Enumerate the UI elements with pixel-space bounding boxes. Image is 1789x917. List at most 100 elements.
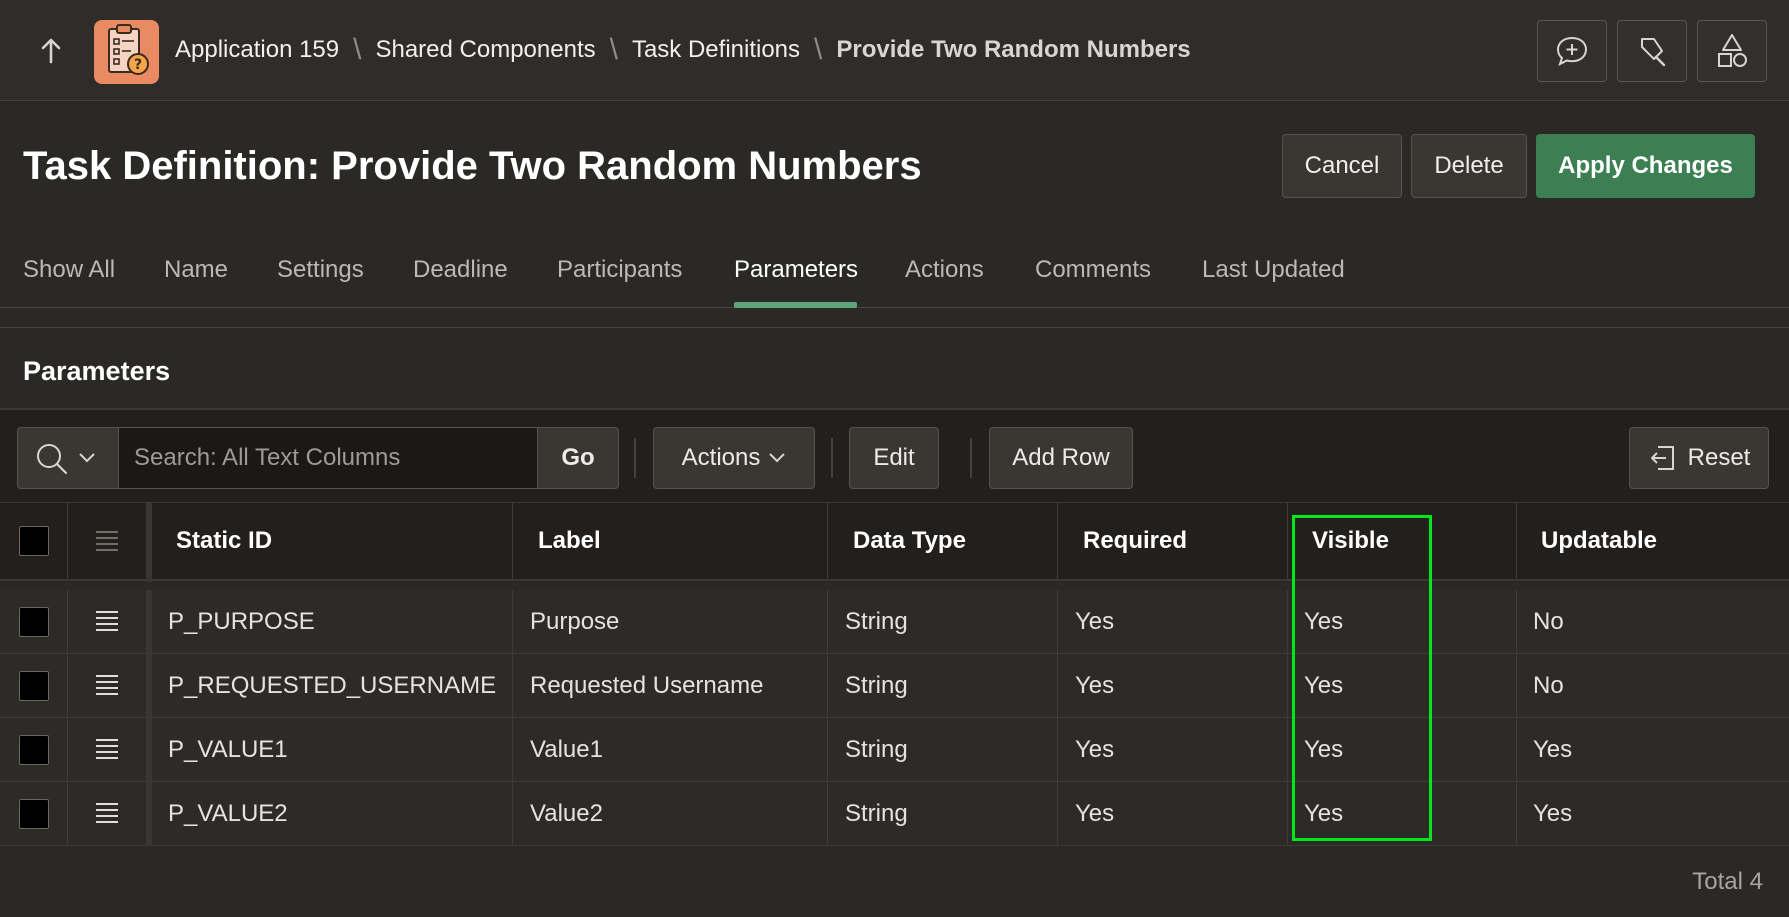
region-title: Parameters — [23, 356, 171, 386]
row-checkbox[interactable] — [19, 735, 49, 765]
actions-menu-button[interactable]: Actions — [653, 427, 815, 489]
feedback-button[interactable] — [1537, 20, 1607, 82]
column-header-visible[interactable]: Visible — [1312, 527, 1389, 555]
column-header-updatable[interactable]: Updatable — [1541, 527, 1657, 555]
tab-bar: Show All Name Settings Deadline Particip… — [0, 250, 1789, 308]
breadcrumb-current: Provide Two Random Numbers — [836, 36, 1191, 63]
add-row-button[interactable]: Add Row — [989, 427, 1133, 489]
row-checkbox[interactable] — [19, 671, 49, 701]
cell-data-type[interactable]: String — [845, 672, 908, 700]
column-header-required[interactable]: Required — [1083, 527, 1187, 555]
apply-changes-button[interactable]: Apply Changes — [1536, 134, 1755, 198]
column-divider — [512, 782, 513, 845]
tab-deadline[interactable]: Deadline — [413, 256, 508, 284]
column-header-label[interactable]: Label — [538, 527, 601, 555]
cell-visible[interactable]: Yes — [1304, 672, 1343, 700]
cell-visible[interactable]: Yes — [1304, 608, 1343, 636]
cell-data-type[interactable]: String — [845, 608, 908, 636]
cell-updatable[interactable]: Yes — [1533, 800, 1572, 828]
tab-last-updated[interactable]: Last Updated — [1202, 256, 1345, 284]
cell-required[interactable]: Yes — [1075, 672, 1114, 700]
reset-icon — [1650, 446, 1674, 470]
tab-actions[interactable]: Actions — [905, 256, 984, 284]
breadcrumb-separator: \ — [609, 33, 618, 66]
row-total: Total 4 — [1692, 868, 1763, 895]
cell-required[interactable]: Yes — [1075, 736, 1114, 764]
cell-data-type[interactable]: String — [845, 736, 908, 764]
column-divider — [827, 654, 828, 717]
developer-toolbar-button[interactable] — [1617, 20, 1687, 82]
tab-participants[interactable]: Participants — [557, 256, 682, 284]
tab-show-all[interactable]: Show All — [23, 256, 115, 284]
frozen-column-divider — [146, 503, 152, 582]
chevron-down-icon — [769, 453, 786, 463]
top-bar: ? Application 159 \ Shared Components \ … — [0, 0, 1789, 101]
cell-static-id[interactable]: P_VALUE2 — [168, 800, 288, 828]
table-row[interactable]: P_VALUE1 Value1 String Yes Yes Yes — [0, 718, 1789, 782]
column-divider — [67, 503, 68, 579]
breadcrumb-separator: \ — [353, 33, 362, 66]
row-checkbox[interactable] — [19, 607, 49, 637]
tab-comments[interactable]: Comments — [1035, 256, 1151, 284]
up-arrow-icon[interactable] — [38, 36, 64, 66]
table-row[interactable]: P_PURPOSE Purpose String Yes Yes No — [0, 590, 1789, 654]
row-actions-menu-icon[interactable] — [94, 610, 120, 632]
row-actions-menu-icon[interactable] — [94, 674, 120, 696]
go-button[interactable]: Go — [537, 427, 619, 489]
search-input[interactable] — [119, 427, 537, 489]
column-divider — [512, 718, 513, 781]
cell-required[interactable]: Yes — [1075, 800, 1114, 828]
cell-visible[interactable]: Yes — [1304, 800, 1343, 828]
cell-static-id[interactable]: P_REQUESTED_USERNAME — [168, 672, 496, 700]
delete-button[interactable]: Delete — [1411, 134, 1527, 198]
cell-visible[interactable]: Yes — [1304, 736, 1343, 764]
column-divider — [1057, 782, 1058, 845]
table-row[interactable]: P_VALUE2 Value2 String Yes Yes Yes — [0, 782, 1789, 846]
cell-label[interactable]: Value1 — [530, 736, 603, 764]
shared-components-button[interactable] — [1697, 20, 1767, 82]
feedback-icon — [1556, 36, 1588, 66]
search-column-selector[interactable] — [17, 427, 119, 489]
column-divider — [827, 782, 828, 845]
shared-components-icon — [1718, 34, 1747, 67]
cell-static-id[interactable]: P_PURPOSE — [168, 608, 315, 636]
row-checkbox[interactable] — [19, 799, 49, 829]
breadcrumb-task-definitions[interactable]: Task Definitions — [632, 36, 800, 64]
app-icon[interactable]: ? — [94, 20, 159, 84]
frozen-column-divider — [146, 718, 152, 782]
cell-required[interactable]: Yes — [1075, 608, 1114, 636]
cell-label[interactable]: Requested Username — [530, 672, 763, 700]
column-divider — [1287, 718, 1288, 781]
column-divider — [827, 590, 828, 653]
row-actions-menu-icon[interactable] — [94, 738, 120, 760]
column-header-data-type[interactable]: Data Type — [853, 527, 966, 555]
table-row[interactable]: P_REQUESTED_USERNAME Requested Username … — [0, 654, 1789, 718]
column-header-static-id[interactable]: Static ID — [176, 527, 272, 555]
cancel-button[interactable]: Cancel — [1282, 134, 1402, 198]
cell-updatable[interactable]: No — [1533, 672, 1564, 700]
cell-label[interactable]: Purpose — [530, 608, 619, 636]
cell-label[interactable]: Value2 — [530, 800, 603, 828]
svg-text:?: ? — [134, 57, 142, 73]
column-divider — [512, 654, 513, 717]
frozen-column-divider — [146, 654, 152, 718]
row-actions-menu-icon[interactable] — [94, 802, 120, 824]
grid-toolbar: Go Actions Edit Add Row Reset — [0, 410, 1789, 503]
cell-static-id[interactable]: P_VALUE1 — [168, 736, 288, 764]
column-divider — [512, 590, 513, 653]
tab-parameters[interactable]: Parameters — [734, 256, 858, 284]
cell-updatable[interactable]: Yes — [1533, 736, 1572, 764]
flashlight-icon — [1641, 38, 1666, 67]
column-divider — [827, 718, 828, 781]
cell-updatable[interactable]: No — [1533, 608, 1564, 636]
row-actions-header-icon — [96, 531, 118, 551]
edit-button[interactable]: Edit — [849, 427, 939, 489]
cell-data-type[interactable]: String — [845, 800, 908, 828]
tab-name[interactable]: Name — [164, 256, 228, 284]
tab-settings[interactable]: Settings — [277, 256, 364, 284]
select-all-checkbox[interactable] — [19, 526, 49, 556]
reset-button[interactable]: Reset — [1629, 427, 1769, 489]
breadcrumb-application[interactable]: Application 159 — [175, 36, 339, 64]
breadcrumb-shared-components[interactable]: Shared Components — [375, 36, 595, 64]
toolbar-separator — [634, 438, 636, 478]
